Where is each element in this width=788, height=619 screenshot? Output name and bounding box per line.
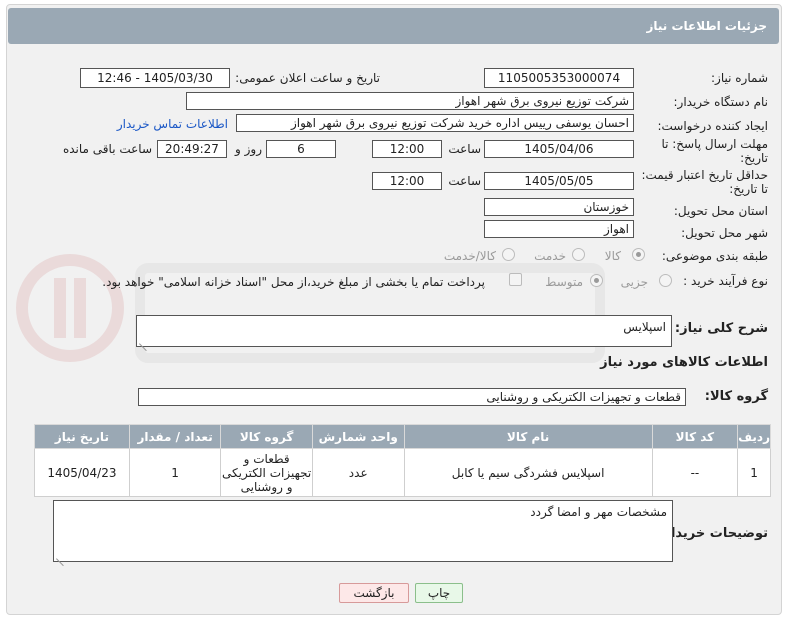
reply-date-field: 1405/04/06 bbox=[484, 140, 634, 158]
radio-category-goods-service[interactable] bbox=[502, 248, 515, 261]
category-option-service: خدمت bbox=[534, 249, 566, 263]
purchase-option-minor: جزیی bbox=[620, 275, 648, 289]
reply-deadline-label: مهلت ارسال پاسخ: تا bbox=[661, 137, 768, 151]
requester-label: ایجاد کننده درخواست: bbox=[657, 119, 768, 133]
col-header-name: نام کالا bbox=[403, 424, 653, 449]
price-validity-label: حداقل تاریخ اعتبار قیمت: bbox=[641, 168, 768, 182]
cell-row-number: 1 bbox=[737, 448, 771, 497]
description-textarea[interactable]: اسپلایس bbox=[136, 315, 672, 347]
province-label: استان محل تحویل: bbox=[673, 204, 768, 218]
need-number-label: شماره نیاز: bbox=[711, 71, 768, 85]
description-label: شرح کلی نیاز: bbox=[674, 321, 768, 336]
price-time-label: ساعت bbox=[448, 174, 481, 188]
days-and-label: روز و bbox=[235, 142, 262, 156]
page-title: جزئیات اطلاعات نیاز bbox=[646, 19, 767, 33]
province-field: خوزستان bbox=[484, 198, 634, 216]
treasury-payment-note: پرداخت تمام یا بخشی از مبلغ خرید،از محل … bbox=[102, 275, 485, 289]
cell-goods-group: قطعات و تجهیزات الکتریکی و روشنایی bbox=[220, 448, 313, 497]
col-header-group: گروه کالا bbox=[220, 424, 313, 449]
table-row: 1 -- اسپلایس فشردگی سیم یا کابل عدد قطعا… bbox=[34, 448, 771, 497]
cell-quantity: 1 bbox=[128, 448, 222, 497]
goods-group-label: گروه کالا: bbox=[704, 389, 768, 404]
category-option-goods: کالا bbox=[604, 249, 621, 263]
category-label: طبقه بندی موضوعی: bbox=[661, 249, 768, 263]
remaining-time-label: ساعت باقی مانده bbox=[62, 142, 152, 156]
buyer-notes-value: مشخصات مهر و امضا گردد bbox=[530, 505, 667, 519]
treasury-payment-checkbox[interactable] bbox=[509, 273, 522, 286]
purchase-type-label: نوع فرآیند خرید : bbox=[683, 274, 768, 288]
back-button[interactable]: بازگشت bbox=[339, 583, 409, 603]
description-value: اسپلایس bbox=[623, 320, 666, 334]
buyer-notes-textarea[interactable]: مشخصات مهر و امضا گردد bbox=[53, 500, 673, 562]
buyer-contact-link[interactable]: اطلاعات تماس خریدار bbox=[117, 117, 228, 131]
price-time-field: 12:00 bbox=[372, 172, 442, 190]
goods-table: ردیف کد کالا نام کالا واحد شمارش گروه کا… bbox=[34, 424, 771, 497]
goods-section-title: اطلاعات کالاهای مورد نیاز bbox=[600, 355, 768, 370]
col-header-need-date: تاریخ نیاز bbox=[34, 424, 130, 449]
purchase-option-medium: متوسط bbox=[545, 275, 583, 289]
cell-need-date: 1405/04/23 bbox=[34, 448, 130, 497]
col-header-unit: واحد شمارش bbox=[311, 424, 405, 449]
radio-purchase-medium[interactable] bbox=[590, 274, 603, 287]
city-field: اهواز bbox=[484, 220, 634, 238]
buyer-org-field: شرکت توزیع نیروی برق شهر اهواز bbox=[186, 92, 634, 110]
remaining-time-field: 20:49:27 bbox=[157, 140, 227, 158]
resize-grip-icon[interactable] bbox=[139, 336, 147, 344]
resize-grip-icon[interactable] bbox=[56, 551, 64, 559]
radio-category-service[interactable] bbox=[572, 248, 585, 261]
goods-table-header: ردیف کد کالا نام کالا واحد شمارش گروه کا… bbox=[34, 424, 771, 449]
col-header-code: کد کالا bbox=[651, 424, 739, 449]
radio-category-goods[interactable] bbox=[632, 248, 645, 261]
announce-datetime-label: تاریخ و ساعت اعلان عمومی: bbox=[235, 71, 380, 85]
radio-purchase-minor[interactable] bbox=[659, 274, 672, 287]
cell-goods-name: اسپلایس فشردگی سیم یا کابل bbox=[403, 448, 653, 497]
announce-datetime-field: 1405/03/30 - 12:46 bbox=[80, 68, 230, 88]
col-header-quantity: تعداد / مقدار bbox=[128, 424, 222, 449]
price-date-field: 1405/05/05 bbox=[484, 172, 634, 190]
cell-unit: عدد bbox=[311, 448, 405, 497]
reply-time-label: ساعت bbox=[448, 142, 481, 156]
buyer-org-label: نام دستگاه خریدار: bbox=[673, 95, 769, 109]
reply-time-field: 12:00 bbox=[372, 140, 442, 158]
goods-group-field: قطعات و تجهیزات الکتریکی و روشنایی bbox=[138, 388, 686, 406]
requester-field: احسان یوسفی رییس اداره خرید شرکت توزیع ن… bbox=[236, 114, 634, 132]
print-button[interactable]: چاپ bbox=[415, 583, 463, 603]
price-validity-label-date: تا تاریخ: bbox=[729, 182, 768, 196]
need-number-field: 1105005353000074 bbox=[484, 68, 634, 88]
category-option-goods-service: کالا/خدمت bbox=[443, 249, 496, 263]
cell-goods-code: -- bbox=[651, 448, 739, 497]
days-remaining-field: 6 bbox=[266, 140, 336, 158]
city-label: شهر محل تحویل: bbox=[681, 226, 768, 240]
page-header: جزئیات اطلاعات نیاز bbox=[8, 8, 779, 44]
reply-deadline-label-date: تاریخ: bbox=[740, 151, 768, 165]
col-header-row: ردیف bbox=[737, 424, 771, 449]
buyer-notes-label: توضیحات خریدار: bbox=[658, 526, 768, 541]
